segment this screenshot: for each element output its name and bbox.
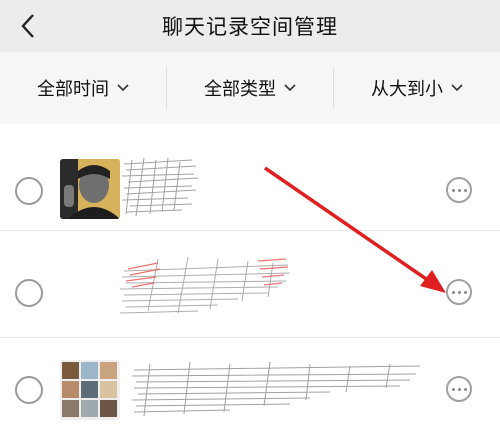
more-options-button[interactable] xyxy=(446,177,472,203)
ellipsis-icon xyxy=(451,387,467,391)
group-avatar xyxy=(60,360,120,420)
list-item[interactable] xyxy=(0,338,500,444)
ellipsis-icon xyxy=(451,290,467,294)
sort-order-dropdown[interactable]: 从大到小 xyxy=(334,52,500,124)
redacted-text xyxy=(131,361,421,417)
list-item[interactable] xyxy=(0,231,500,338)
redacted-text xyxy=(119,256,291,314)
filter-bar: 全部时间 全部类型 从大到小 xyxy=(0,52,500,124)
portrait-image xyxy=(60,159,120,219)
select-radio[interactable] xyxy=(15,376,43,404)
type-filter-dropdown[interactable]: 全部类型 xyxy=(167,52,333,124)
chevron-left-icon xyxy=(21,14,34,38)
group-collage-image xyxy=(60,360,120,420)
list-item[interactable] xyxy=(0,124,500,231)
more-options-button[interactable] xyxy=(446,376,472,402)
chat-list xyxy=(0,124,500,444)
chevron-down-icon xyxy=(284,84,296,92)
time-filter-dropdown[interactable]: 全部时间 xyxy=(0,52,166,124)
back-button[interactable] xyxy=(0,0,56,52)
more-options-button[interactable] xyxy=(446,279,472,305)
select-radio[interactable] xyxy=(15,177,43,205)
chevron-down-icon xyxy=(451,84,463,92)
select-radio[interactable] xyxy=(15,279,43,307)
title-bar: 聊天记录空间管理 xyxy=(0,0,500,52)
type-filter-label: 全部类型 xyxy=(204,79,276,100)
ellipsis-icon xyxy=(451,188,467,192)
avatar xyxy=(60,159,120,219)
chevron-down-icon xyxy=(117,84,129,92)
sort-order-label: 从大到小 xyxy=(371,79,443,100)
redacted-text xyxy=(122,157,199,217)
time-filter-label: 全部时间 xyxy=(37,79,109,100)
page-title: 聊天记录空间管理 xyxy=(162,15,338,39)
